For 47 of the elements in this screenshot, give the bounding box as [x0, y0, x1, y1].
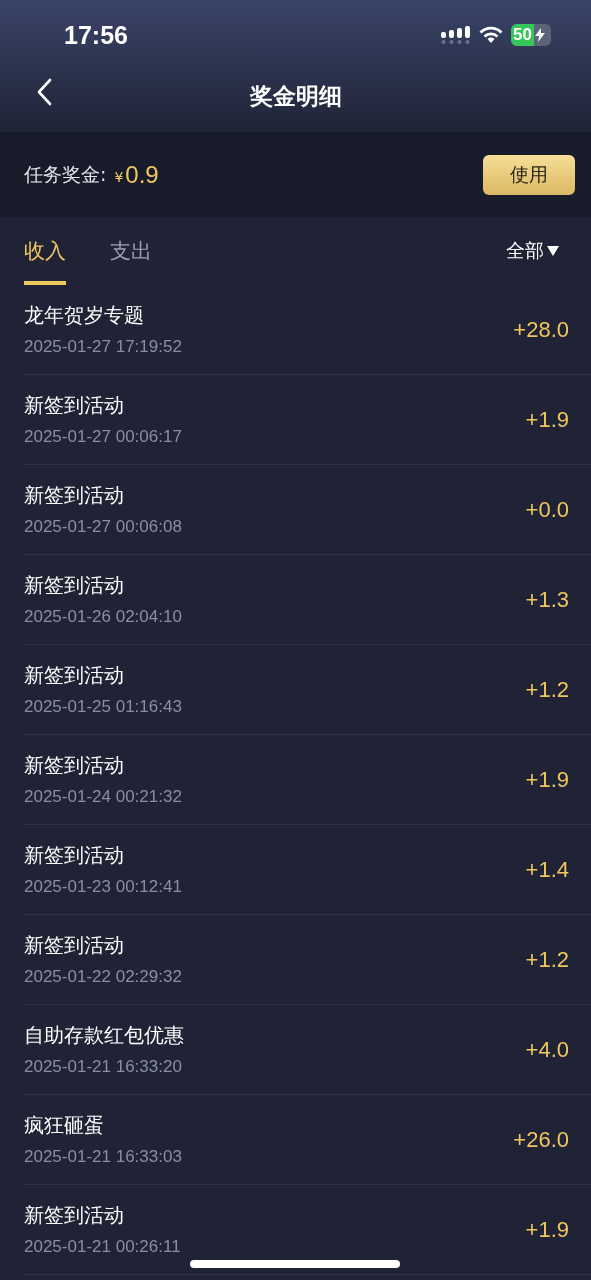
- record-amount: +1.2: [525, 946, 569, 973]
- record-time: 2025-01-27 17:19:52: [24, 337, 182, 357]
- bonus-amount: 0.9: [125, 160, 159, 189]
- record-amount: +1.9: [525, 766, 569, 793]
- record-title: 新签到活动: [24, 662, 125, 689]
- record-amount: +1.3: [525, 586, 569, 613]
- record-amount: +4.0: [525, 1036, 569, 1063]
- record-time: 2025-01-27 00:06:17: [24, 427, 182, 447]
- filter-dropdown[interactable]: 全部: [506, 238, 559, 264]
- wifi-icon: [479, 26, 503, 44]
- record-amount: +26.0: [513, 1126, 569, 1153]
- record-title: 自助存款红包优惠: [24, 1022, 184, 1049]
- record-amount: +28.0: [513, 316, 569, 343]
- record-amount: +0.0: [525, 496, 569, 523]
- record-time: 2025-01-27 00:06:08: [24, 517, 182, 537]
- page-title: 奖金明细: [249, 81, 342, 111]
- record-time: 2025-01-21 16:33:20: [24, 1057, 183, 1077]
- bonus-label: 任务奖金:: [24, 161, 107, 187]
- record-title: 新签到活动: [24, 482, 125, 509]
- currency-symbol: ¥: [114, 168, 124, 185]
- record-title: 新签到活动: [24, 1202, 125, 1229]
- caret-icon: [547, 246, 559, 256]
- record-time: 2025-01-26 02:04:10: [24, 607, 182, 627]
- record-title: 新签到活动: [24, 572, 125, 599]
- tab[interactable]: 收入: [24, 217, 66, 285]
- record-time: 2025-01-21 16:33:03: [24, 1147, 182, 1167]
- tab[interactable]: 支出: [110, 217, 152, 285]
- status-time: 17:56: [64, 20, 128, 50]
- record-time: 2025-01-23 00:12:41: [24, 877, 182, 897]
- record-amount: +1.9: [525, 1216, 569, 1243]
- record-title: 疯狂砸蛋: [24, 1112, 105, 1139]
- record-time: 2025-01-25 01:16:43: [24, 697, 182, 717]
- battery-icon: 50: [511, 24, 551, 46]
- use-button[interactable]: 使用: [483, 154, 575, 195]
- record-time: 2025-01-22 02:29:32: [24, 967, 182, 987]
- record-title: 龙年贺岁专题: [24, 302, 145, 329]
- record-time: 2025-01-24 00:21:32: [24, 787, 182, 807]
- signal-icon: [441, 26, 471, 44]
- record-amount: +1.2: [525, 676, 569, 703]
- record-title: 新签到活动: [24, 932, 125, 959]
- record-title: 新签到活动: [24, 392, 125, 419]
- record-time: 2025-01-21 00:26:11: [24, 1237, 181, 1257]
- record-amount: +1.9: [525, 406, 569, 433]
- back-icon[interactable]: [36, 78, 52, 106]
- record-amount: +1.4: [525, 856, 569, 883]
- record-title: 新签到活动: [24, 752, 125, 779]
- record-title: 新签到活动: [24, 842, 125, 869]
